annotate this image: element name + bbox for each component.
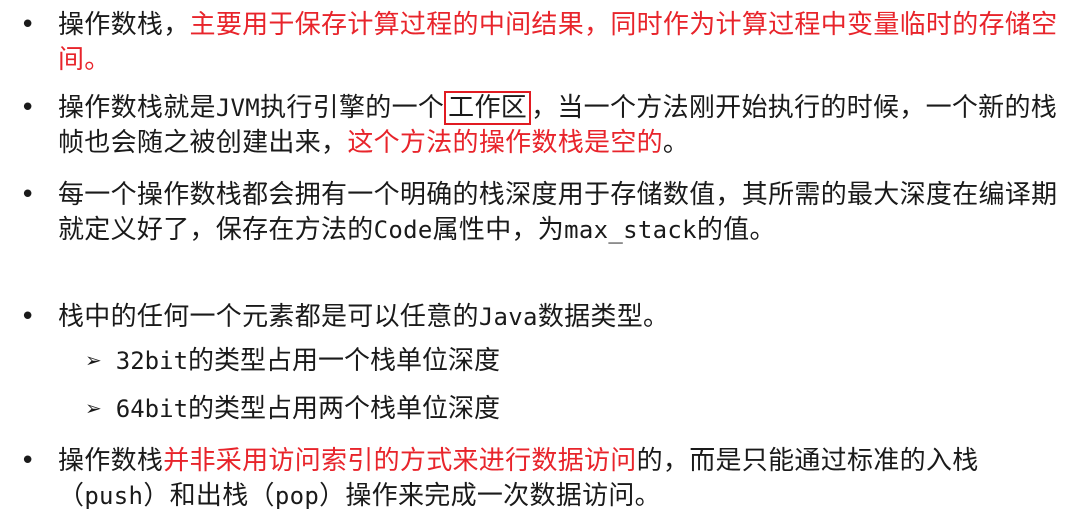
sub-item-1: ➢ 32bit的类型占用一个栈单位深度 xyxy=(85,344,500,380)
text-normal: 数据类型。 xyxy=(537,302,670,332)
arrow-icon: ➢ xyxy=(85,348,102,372)
arrow-icon: ➢ xyxy=(85,396,102,420)
item-text: 栈中的任何一个元素都是可以任意的Java数据类型。 xyxy=(58,300,1068,335)
bullet-dot: • xyxy=(20,180,36,210)
bullet-dot: • xyxy=(20,93,36,123)
text-normal: 操作数栈， xyxy=(58,10,190,40)
item-text: 每一个操作数栈都会拥有一个明确的栈深度用于存储数值，其所需的最大深度在编译期就定… xyxy=(58,178,1068,248)
text-highlight: 并非采用访问索引的方式来进行数据访问 xyxy=(163,446,637,476)
bullet-dot: • xyxy=(20,446,36,476)
text-code: Java xyxy=(478,303,538,331)
text-highlight: 主要用于保存计算过程的中间结果，同时作为计算过程中变量临时的存储空间。 xyxy=(58,10,1058,75)
text-normal: 的类型占用两个栈单位深度 xyxy=(188,394,501,424)
bullet-dot: • xyxy=(20,10,36,40)
text-code: pop xyxy=(274,482,320,510)
boxed-term: 工作区 xyxy=(444,91,532,125)
text-code: Code xyxy=(373,216,433,244)
text-normal: 的类型占用一个栈单位深度 xyxy=(188,346,501,376)
item-text: 操作数栈就是JVM执行引擎的一个 工作区 ，当一个方法刚开始执行的时候，一个新的栈帧… xyxy=(58,91,1068,161)
text-code: push xyxy=(84,482,144,510)
text-code: 64bit xyxy=(115,395,189,423)
text-normal: 。 xyxy=(662,128,690,158)
text-code: max_stack xyxy=(564,216,697,244)
text-normal: 的值。 xyxy=(696,215,776,245)
text-normal: ）和出栈（ xyxy=(143,481,275,511)
item-text: 操作数栈，主要用于保存计算过程的中间结果，同时作为计算过程中变量临时的存储空间。 xyxy=(58,8,1068,78)
text-normal: 执行引擎的一个 xyxy=(260,93,445,123)
slide: • 操作数栈，主要用于保存计算过程的中间结果，同时作为计算过程中变量临时的存储空… xyxy=(0,0,1081,529)
sub-item-2: ➢ 64bit的类型占用两个栈单位深度 xyxy=(85,392,500,428)
text-highlight: 这个方法的操作数栈是空的 xyxy=(347,128,663,158)
text-normal: 操作数栈就是 xyxy=(58,93,216,123)
text-normal: ）操作来完成一次数据访问。 xyxy=(319,481,661,511)
item-text: 操作数栈并非采用访问索引的方式来进行数据访问的，而是只能通过标准的入栈（push… xyxy=(58,444,1068,514)
text-normal: 操作数栈 xyxy=(58,446,164,476)
text-code: JVM xyxy=(215,94,261,122)
text-normal: 栈中的任何一个元素都是可以任意的 xyxy=(58,302,479,332)
bullet-dot: • xyxy=(20,302,36,332)
text-normal: 属性中，为 xyxy=(432,215,565,245)
text-code: 32bit xyxy=(115,347,189,375)
